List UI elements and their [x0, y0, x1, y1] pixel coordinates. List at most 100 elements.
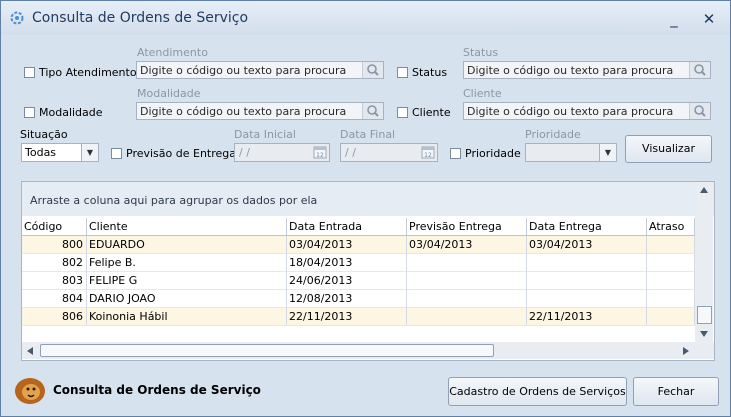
svg-text:12: 12: [316, 152, 324, 159]
data-final-label: Data Final: [340, 128, 396, 141]
cell-previsao-entrega: [407, 308, 527, 326]
cliente-label: Cliente: [463, 87, 502, 100]
cadastro-ordens-servico-button[interactable]: Cadastro de Ordens de Serviços: [448, 377, 627, 406]
status-check-label: Status: [412, 66, 448, 79]
table-row[interactable]: 804 DARIO JOAO 12/08/2013: [22, 290, 695, 308]
table-row[interactable]: 802 Felipe B. 18/04/2013: [22, 254, 695, 272]
cell-codigo: 803: [22, 272, 87, 290]
calendar-icon[interactable]: 12: [313, 145, 327, 159]
status-search-field[interactable]: Digite o código ou texto para procura: [463, 61, 711, 79]
cadastro-button-label: Cadastro de Ordens de Serviços: [449, 385, 626, 398]
cliente-checkbox[interactable]: [397, 107, 408, 118]
cliente-placeholder: Digite o código ou texto para procura: [467, 105, 674, 118]
scroll-left-icon[interactable]: [26, 346, 34, 356]
lion-logo-icon: [15, 378, 45, 404]
table-row[interactable]: 806 Koinonia Hábil 22/11/2013 22/11/2013: [22, 308, 695, 326]
status-search-button[interactable]: [689, 62, 710, 78]
prioridade-checkbox[interactable]: [450, 148, 461, 159]
cell-codigo: 804: [22, 290, 87, 308]
cell-cliente: FELIPE G: [87, 272, 287, 290]
situacao-label: Situação: [20, 128, 68, 141]
visualizar-button[interactable]: Visualizar: [625, 135, 712, 163]
fechar-button-label: Fechar: [657, 385, 695, 398]
atendimento-search-field[interactable]: Digite o código ou texto para procura: [136, 61, 384, 79]
situacao-select[interactable]: Todas ▼: [21, 143, 99, 162]
cell-data-entrega: 22/11/2013: [527, 308, 647, 326]
cell-cliente: DARIO JOAO: [87, 290, 287, 308]
cliente-check-label: Cliente: [412, 106, 451, 119]
cell-codigo: 802: [22, 254, 87, 272]
cell-previsao-entrega: [407, 272, 527, 290]
close-button[interactable]: ✕: [700, 11, 718, 27]
data-inicial-value: / /: [239, 146, 250, 159]
modalidade-search-field[interactable]: Digite o código ou texto para procura: [136, 102, 384, 120]
column-header-atraso[interactable]: Atraso: [647, 218, 695, 235]
cell-data-entrada: 22/11/2013: [287, 308, 407, 326]
cell-codigo: 806: [22, 308, 87, 326]
cell-data-entrada: 03/04/2013: [287, 236, 407, 254]
svg-text:12: 12: [424, 152, 432, 159]
cell-cliente: EDUARDO: [87, 236, 287, 254]
modalidade-checkbox[interactable]: [24, 107, 35, 118]
table-row[interactable]: 800 EDUARDO 03/04/2013 03/04/2013 03/04/…: [22, 236, 695, 254]
cell-cliente: Koinonia Hábil: [87, 308, 287, 326]
modalidade-check-label: Modalidade: [39, 106, 103, 119]
cell-previsao-entrega: 03/04/2013: [407, 236, 527, 254]
data-inicial-label: Data Inicial: [234, 128, 296, 141]
cell-atraso: [647, 254, 695, 272]
column-header-codigo[interactable]: Código: [22, 218, 87, 235]
column-header-previsao-entrega[interactable]: Previsão Entrega: [407, 218, 527, 235]
chevron-down-icon[interactable]: ▼: [599, 144, 616, 161]
atendimento-search-button[interactable]: [362, 62, 383, 78]
chevron-down-icon[interactable]: ▼: [81, 144, 98, 161]
vertical-scrollbar[interactable]: [695, 182, 713, 342]
window-title: Consulta de Ordens de Serviço: [32, 10, 249, 26]
window: Consulta de Ordens de Serviço _ ✕ Tipo A…: [0, 0, 731, 417]
column-header-cliente[interactable]: Cliente: [87, 218, 287, 235]
column-header-data-entrada[interactable]: Data Entrada: [287, 218, 407, 235]
cell-atraso: [647, 236, 695, 254]
situacao-value: Todas: [25, 146, 57, 159]
scroll-right-icon[interactable]: [682, 346, 690, 356]
cell-data-entrega: 03/04/2013: [527, 236, 647, 254]
cell-data-entrega: [527, 272, 647, 290]
cell-atraso: [647, 290, 695, 308]
cell-data-entrada: 24/06/2013: [287, 272, 407, 290]
vertical-scroll-thumb[interactable]: [697, 306, 712, 324]
results-grid[interactable]: Arraste a coluna aqui para agrupar os da…: [21, 181, 715, 361]
cell-atraso: [647, 308, 695, 326]
status-checkbox[interactable]: [397, 67, 408, 78]
data-final-value: / /: [345, 146, 356, 159]
prioridade-check-label: Prioridade: [465, 147, 521, 160]
horizontal-scrollbar[interactable]: [22, 342, 714, 359]
prioridade-select[interactable]: ▼: [525, 143, 617, 162]
group-by-bar[interactable]: Arraste a coluna aqui para agrupar os da…: [22, 182, 714, 216]
cell-previsao-entrega: [407, 290, 527, 308]
data-inicial-field[interactable]: / / 12: [234, 143, 330, 162]
magnifier-icon: [694, 105, 706, 117]
cell-cliente: Felipe B.: [87, 254, 287, 272]
modalidade-search-button[interactable]: [362, 103, 383, 119]
group-by-hint: Arraste a coluna aqui para agrupar os da…: [30, 194, 318, 207]
fechar-button[interactable]: Fechar: [633, 377, 719, 406]
table-row[interactable]: 803 FELIPE G 24/06/2013: [22, 272, 695, 290]
horizontal-scroll-thumb[interactable]: [40, 344, 494, 357]
cliente-search-field[interactable]: Digite o código ou texto para procura: [463, 102, 711, 120]
scroll-up-icon[interactable]: [699, 186, 709, 194]
atendimento-label: Atendimento: [137, 46, 208, 59]
column-header-data-entrega[interactable]: Data Entrega: [527, 218, 647, 235]
calendar-icon[interactable]: 12: [421, 145, 435, 159]
scroll-down-icon[interactable]: [699, 330, 709, 338]
cell-atraso: [647, 272, 695, 290]
previsao-entrega-checkbox[interactable]: [111, 148, 122, 159]
status-label: Status: [463, 46, 499, 59]
data-final-field[interactable]: / / 12: [340, 143, 438, 162]
visualizar-button-label: Visualizar: [642, 142, 695, 155]
magnifier-icon: [694, 64, 706, 76]
cell-previsao-entrega: [407, 254, 527, 272]
cliente-search-button[interactable]: [689, 103, 710, 119]
modalidade-placeholder: Digite o código ou texto para procura: [140, 105, 347, 118]
minimize-button[interactable]: _: [665, 11, 683, 27]
app-gear-icon: [10, 11, 24, 25]
tipo-atendimento-checkbox[interactable]: [24, 67, 35, 78]
